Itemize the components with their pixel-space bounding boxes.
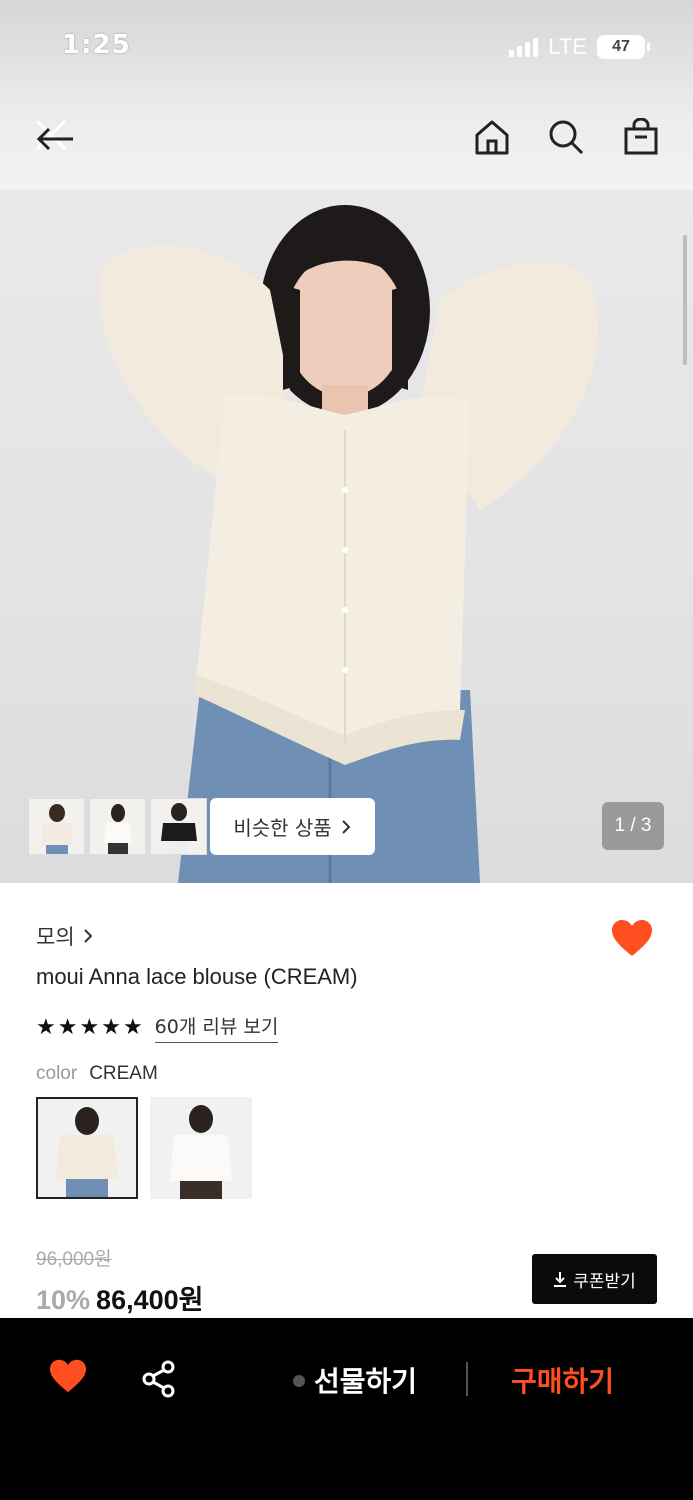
wishlist-button[interactable] — [48, 1358, 88, 1398]
network-type: LTE — [548, 34, 587, 59]
color-label: color — [36, 1063, 78, 1084]
original-price: 96,000원 — [36, 1249, 112, 1270]
swatch-photo — [170, 1105, 232, 1199]
similar-products-button[interactable]: 비슷한 상품 — [210, 798, 375, 855]
favorite-button[interactable] — [610, 918, 654, 962]
search-icon — [549, 120, 584, 155]
coupon-label: 쿠폰받기 — [573, 1271, 636, 1292]
thumbnail-2[interactable] — [89, 798, 146, 855]
model-photo — [98, 205, 598, 883]
home-icon — [475, 120, 509, 155]
chevron-right-icon — [83, 929, 93, 943]
thumbnail-photo — [161, 803, 197, 854]
product-title: moui Anna lace blouse (CREAM) — [36, 964, 358, 989]
heart-icon — [612, 920, 652, 956]
gift-indicator-dot — [293, 1375, 305, 1387]
gift-button[interactable]: 선물하기 — [314, 1360, 417, 1400]
thumbnail-strip — [28, 798, 207, 855]
shopping-bag-icon — [624, 118, 658, 155]
back-button[interactable] — [28, 112, 78, 162]
star-icon: ★ — [79, 1014, 100, 1040]
battery-icon: 47 — [597, 35, 650, 59]
buy-button[interactable]: 구매하기 — [511, 1360, 614, 1400]
coupon-button[interactable]: 쿠폰받기 — [532, 1254, 657, 1304]
battery-level: 47 — [612, 38, 630, 55]
discount-rate: 10% — [36, 1285, 91, 1315]
status-time: 1:25 — [62, 30, 131, 60]
chevron-right-icon — [341, 819, 351, 834]
thumbnail-1[interactable] — [28, 798, 85, 855]
color-swatches — [36, 1097, 252, 1199]
divider — [466, 1362, 468, 1396]
image-scrollbar[interactable] — [683, 235, 687, 365]
swatch-photo — [56, 1107, 118, 1197]
bottom-action-bar: 선물하기 구매하기 — [0, 1318, 693, 1500]
color-value: CREAM — [89, 1063, 158, 1084]
rating-row: ★ ★ ★ ★ ★ 60개 리뷰 보기 — [36, 1012, 279, 1043]
star-rating: ★ ★ ★ ★ ★ — [36, 1014, 143, 1040]
star-icon: ★ — [57, 1014, 78, 1040]
header-area: 1:25 LTE 47 — [0, 0, 693, 190]
search-button[interactable] — [541, 112, 591, 162]
heart-icon — [50, 1359, 86, 1393]
cart-button[interactable] — [616, 112, 666, 162]
price-row: 10% 86,400원 — [36, 1278, 203, 1317]
color-row: color CREAM — [36, 1063, 158, 1085]
similar-products-label: 비슷한 상품 — [233, 816, 332, 840]
thumbnail-photo — [104, 804, 132, 854]
back-arrow-icon — [35, 119, 73, 151]
thumbnail-photo — [41, 804, 73, 854]
swatch-cream[interactable] — [36, 1097, 138, 1199]
thumbnail-3[interactable] — [150, 798, 207, 855]
swatch-white[interactable] — [150, 1097, 252, 1199]
page-indicator: 1 / 3 — [602, 802, 664, 850]
star-icon: ★ — [36, 1014, 56, 1040]
product-image[interactable]: 비슷한 상품 1 / 3 — [0, 190, 693, 883]
review-link[interactable]: 60개 리뷰 보기 — [154, 1012, 279, 1043]
star-icon: ★ — [101, 1014, 121, 1040]
brand-name: 모의 — [36, 925, 75, 949]
download-icon — [554, 1272, 567, 1287]
brand-link[interactable]: 모의 — [36, 921, 93, 951]
star-icon: ★ — [122, 1014, 143, 1040]
home-button[interactable] — [467, 112, 517, 162]
share-button[interactable] — [140, 1360, 178, 1402]
signal-icon — [509, 37, 539, 57]
share-icon — [142, 1360, 175, 1398]
sale-price: 86,400원 — [96, 1285, 204, 1315]
status-icons: LTE 47 — [509, 34, 650, 60]
